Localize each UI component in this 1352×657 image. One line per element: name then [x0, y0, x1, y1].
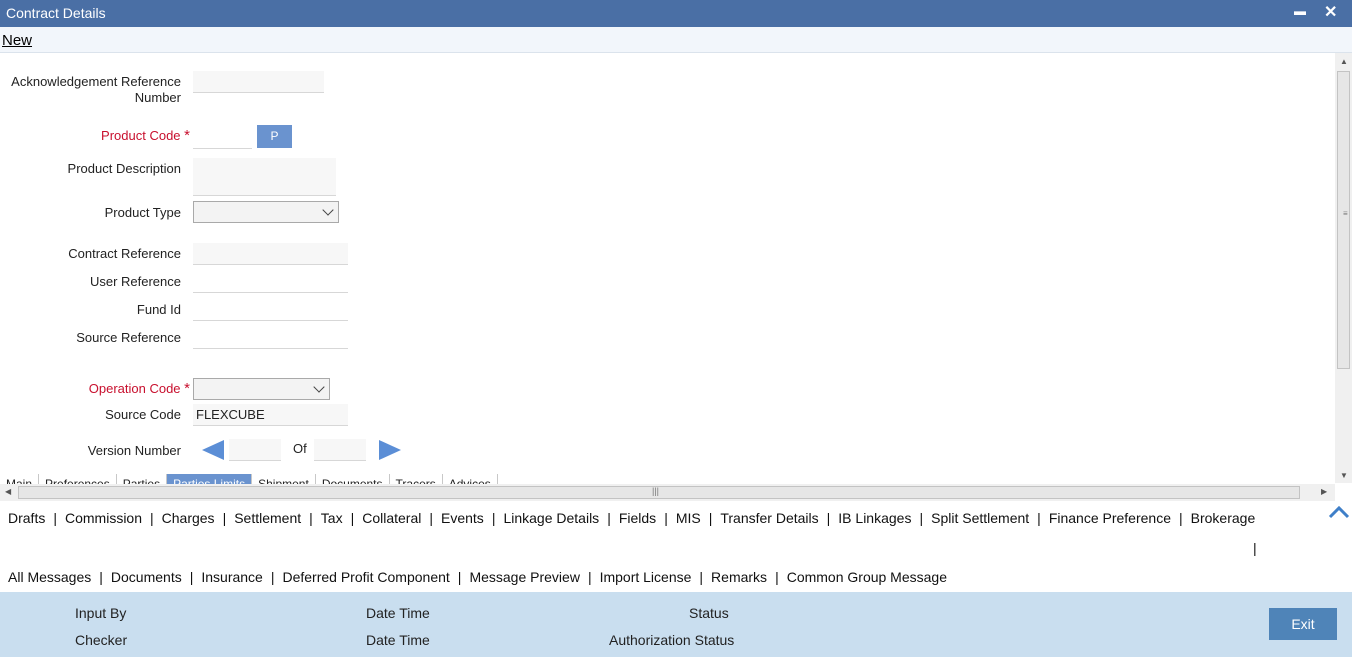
commission-link[interactable]: Commission: [65, 510, 142, 526]
fund-id-label: Fund Id: [136, 302, 181, 317]
fund-id-input[interactable]: [193, 299, 348, 321]
documents-link[interactable]: Documents: [111, 569, 182, 585]
horizontal-scroll-thumb[interactable]: |||: [18, 486, 1300, 499]
source-code-label: Source Code: [105, 407, 181, 422]
brokerage-link[interactable]: Brokerage: [1191, 510, 1256, 526]
checker-label: Checker: [75, 632, 128, 648]
settlement-link[interactable]: Settlement: [234, 510, 301, 526]
source-code-field: FLEXCUBE: [193, 404, 348, 426]
remarks-link[interactable]: Remarks: [711, 569, 767, 585]
product-code-label-text: Product Code: [101, 128, 181, 143]
scroll-right-icon[interactable]: ▶: [1321, 487, 1327, 496]
version-number-input[interactable]: [229, 439, 281, 461]
status-label: Status: [689, 605, 729, 621]
product-description-label: Product Description: [67, 161, 181, 176]
ack-ref-label-line2: Number: [134, 90, 181, 105]
horizontal-scrollbar[interactable]: ◀ ||| ▶: [0, 484, 1335, 501]
contract-reference-label: Contract Reference: [68, 246, 181, 261]
menu-bar: New: [0, 27, 1352, 53]
events-link[interactable]: Events: [441, 510, 484, 526]
new-link[interactable]: New: [2, 32, 32, 49]
ack-ref-input[interactable]: [193, 71, 324, 93]
date-time-label-2: Date Time: [366, 632, 430, 648]
drafts-link[interactable]: Drafts: [8, 510, 45, 526]
contract-form: Acknowledgement Reference Number Product…: [0, 53, 1335, 483]
ack-ref-label-line1: Acknowledgement Reference: [11, 74, 181, 89]
ack-ref-label: Acknowledgement Reference Number: [0, 74, 181, 106]
version-total-input[interactable]: [314, 439, 366, 461]
product-code-input[interactable]: [193, 127, 252, 149]
authorization-status-label: Authorization Status: [609, 632, 735, 648]
collateral-link[interactable]: Collateral: [362, 510, 421, 526]
fields-link[interactable]: Fields: [619, 510, 656, 526]
product-code-label: Product Code *: [0, 128, 190, 144]
all-messages-link[interactable]: All Messages: [8, 569, 91, 585]
user-reference-label: User Reference: [89, 274, 181, 289]
next-version-icon[interactable]: [379, 440, 401, 460]
product-code-lov-button[interactable]: P: [257, 125, 292, 148]
linkage-details-link[interactable]: Linkage Details: [503, 510, 599, 526]
title-bar: Contract Details ▬ ✕: [0, 0, 1352, 27]
split-settlement-link[interactable]: Split Settlement: [931, 510, 1029, 526]
required-marker: *: [184, 380, 190, 397]
insurance-link[interactable]: Insurance: [201, 569, 262, 585]
collapse-up-icon[interactable]: [1327, 503, 1351, 521]
finance-preference-link[interactable]: Finance Preference: [1049, 510, 1171, 526]
message-preview-link[interactable]: Message Preview: [469, 569, 580, 585]
close-icon[interactable]: ✕: [1324, 2, 1337, 22]
mis-link[interactable]: MIS: [676, 510, 701, 526]
contract-reference-input[interactable]: [193, 243, 348, 265]
links-row-2: All Messages | Documents | Insurance | Deferre…: [8, 569, 947, 585]
grip-icon: |||: [652, 486, 660, 496]
product-description-input[interactable]: [193, 158, 336, 196]
scroll-up-icon[interactable]: ▲: [1340, 57, 1348, 66]
links-row-1: Drafts | Commission | Charges | Settlement | Tax…: [8, 510, 1256, 526]
audit-footer: Input By Checker Date Time Date Time Sta…: [0, 592, 1352, 657]
source-reference-input[interactable]: [193, 327, 348, 349]
scroll-left-icon[interactable]: ◀: [5, 487, 11, 496]
scroll-down-icon[interactable]: ▼: [1340, 471, 1348, 480]
deferred-profit-component-link[interactable]: Deferred Profit Component: [282, 569, 449, 585]
tax-link[interactable]: Tax: [321, 510, 343, 526]
transfer-details-link[interactable]: Transfer Details: [720, 510, 818, 526]
chevron-down-icon: [313, 381, 325, 393]
charges-link[interactable]: Charges: [162, 510, 215, 526]
operation-code-label-text: Operation Code: [88, 381, 181, 396]
date-time-label-1: Date Time: [366, 605, 430, 621]
source-reference-label: Source Reference: [76, 330, 181, 345]
vertical-scrollbar[interactable]: ▲ ≡ ▼: [1335, 53, 1352, 483]
chevron-down-icon: [322, 204, 334, 216]
of-label: Of: [293, 441, 307, 456]
user-reference-input[interactable]: [193, 271, 348, 293]
common-group-message-link[interactable]: Common Group Message: [787, 569, 947, 585]
links-row-1-trailing-separator: |: [1253, 540, 1257, 556]
previous-version-icon[interactable]: [202, 440, 224, 460]
product-type-select[interactable]: [193, 201, 339, 223]
import-license-link[interactable]: Import License: [600, 569, 692, 585]
exit-button[interactable]: Exit: [1269, 608, 1337, 640]
product-type-label: Product Type: [104, 205, 181, 220]
window-title: Contract Details: [6, 5, 106, 21]
minimize-icon[interactable]: ▬: [1294, 4, 1306, 18]
grip-icon: ≡: [1343, 209, 1348, 218]
required-marker: *: [184, 127, 190, 144]
vertical-scroll-thumb[interactable]: ≡: [1337, 71, 1350, 369]
ib-linkages-link[interactable]: IB Linkages: [838, 510, 911, 526]
version-number-label: Version Number: [87, 443, 181, 458]
input-by-label: Input By: [75, 605, 127, 621]
operation-code-select[interactable]: [193, 378, 330, 400]
operation-code-label: Operation Code *: [0, 381, 190, 397]
